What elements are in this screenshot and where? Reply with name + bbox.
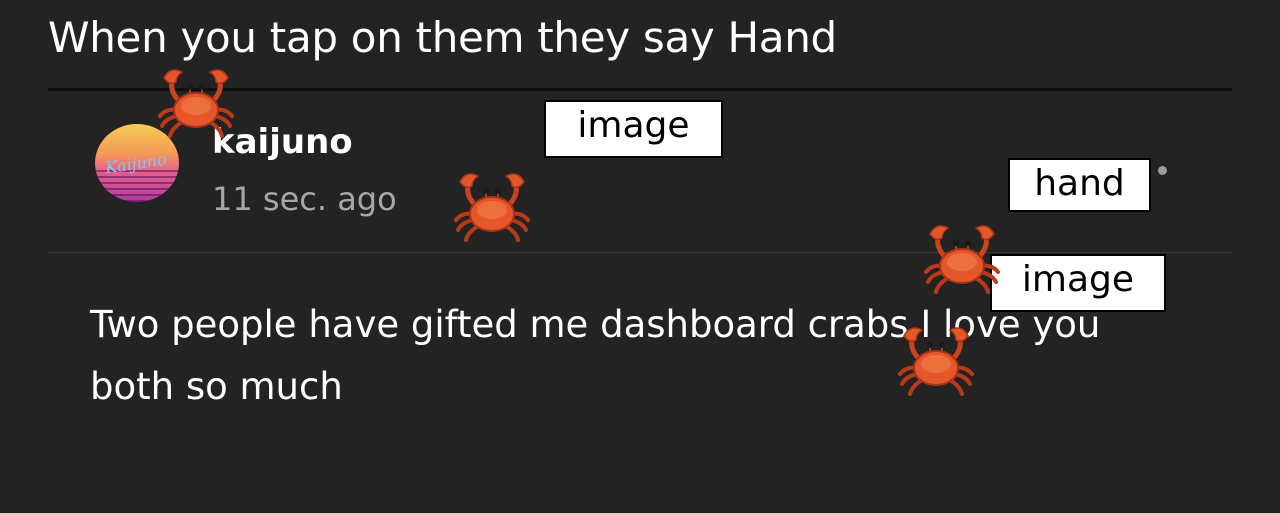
caption-text: When you tap on them they say Hand bbox=[48, 13, 837, 62]
crab-icon[interactable] bbox=[452, 168, 532, 244]
hand-label-box: hand bbox=[1008, 158, 1151, 212]
crab-icon[interactable] bbox=[896, 322, 976, 398]
more-options-dot-icon[interactable] bbox=[1158, 166, 1167, 175]
post-divider bbox=[48, 252, 1232, 253]
post-timestamp: 11 sec. ago bbox=[212, 180, 397, 218]
crab-icon[interactable] bbox=[922, 220, 1002, 296]
post-body: Two people have gifted me dashboard crab… bbox=[90, 303, 1101, 408]
crab-icon[interactable] bbox=[156, 64, 236, 140]
image-label-box-2: image bbox=[990, 254, 1166, 312]
image-label-box: image bbox=[544, 100, 723, 158]
